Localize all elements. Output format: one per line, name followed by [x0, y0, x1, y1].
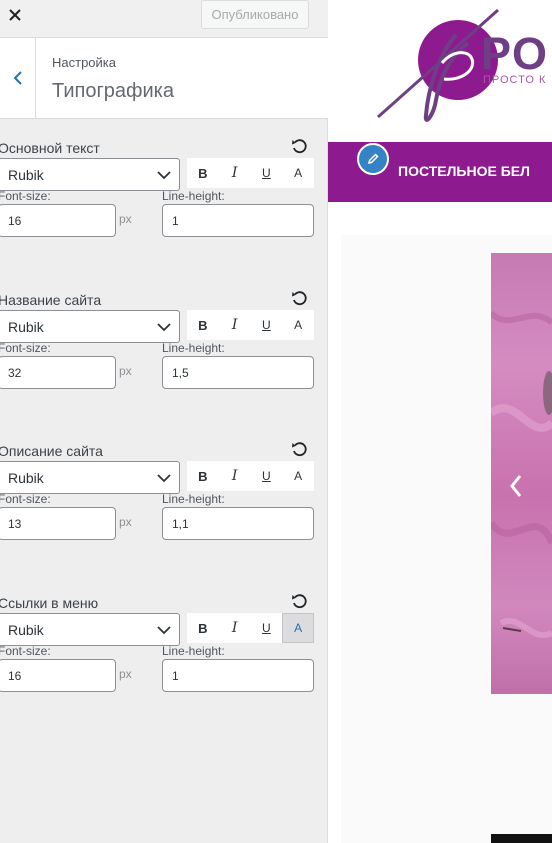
chevron-down-icon [157, 474, 171, 483]
line-height-label: Line-height: [162, 492, 225, 506]
chevron-down-icon [157, 626, 171, 635]
logo-tagline: ПРОСТО К [483, 74, 547, 86]
customizer-header: Опубликовано [0, 0, 328, 38]
line-height-input[interactable]: 1,1 [162, 507, 314, 540]
font-family-value: Rubik [8, 622, 44, 638]
uppercase-button[interactable]: A [282, 461, 314, 491]
font-size-input[interactable]: 32 [0, 356, 116, 389]
publish-button[interactable]: Опубликовано [201, 0, 309, 29]
uppercase-button[interactable]: A [282, 158, 314, 188]
back-button[interactable] [0, 38, 36, 118]
line-height-input[interactable]: 1 [162, 204, 314, 237]
slider-prev-button[interactable] [504, 470, 528, 502]
edit-shortcut-button[interactable] [357, 143, 389, 175]
chevron-left-icon [13, 71, 22, 85]
bold-button[interactable]: B [187, 158, 219, 188]
section-header: Настройка Типографика [0, 38, 328, 119]
logo-wordmark: PO [481, 28, 549, 79]
line-height-value: 1 [172, 669, 179, 683]
font-size-value: 13 [8, 517, 22, 531]
font-family-select[interactable]: Rubik [0, 158, 180, 191]
font-family-value: Rubik [8, 167, 44, 183]
reset-icon[interactable] [290, 592, 308, 610]
pencil-icon [367, 153, 379, 165]
reset-icon[interactable] [290, 440, 308, 458]
group-title: Ссылки в меню [0, 595, 99, 611]
section-title: Типографика [52, 80, 174, 102]
group-title: Основной текст [0, 140, 100, 156]
italic-button[interactable]: I [219, 461, 251, 491]
italic-button[interactable]: I [219, 158, 251, 188]
line-height-value: 1 [172, 214, 179, 228]
font-size-label: Font-size: [0, 492, 51, 506]
bold-button[interactable]: B [187, 613, 219, 643]
line-height-input[interactable]: 1,5 [162, 356, 314, 389]
close-icon [9, 9, 21, 21]
font-size-label: Font-size: [0, 644, 51, 658]
bold-button[interactable]: B [187, 461, 219, 491]
underline-button[interactable]: U [251, 461, 283, 491]
font-size-unit: px [119, 364, 132, 378]
font-size-unit: px [119, 667, 132, 681]
close-button[interactable] [0, 0, 30, 30]
line-height-value: 1,1 [172, 517, 189, 531]
underline-button[interactable]: U [251, 158, 283, 188]
chevron-down-icon [157, 323, 171, 332]
line-height-label: Line-height: [162, 644, 225, 658]
footer-strip [491, 834, 552, 843]
line-height-label: Line-height: [162, 341, 225, 355]
line-height-value: 1,5 [172, 366, 189, 380]
group-title: Название сайта [0, 292, 102, 308]
underline-button[interactable]: U [251, 613, 283, 643]
nav-item[interactable]: ПОСТЕЛЬНОЕ БЕЛ [398, 163, 530, 179]
font-size-value: 16 [8, 214, 22, 228]
font-family-select[interactable]: Rubik [0, 613, 180, 646]
chevron-left-icon [510, 475, 522, 497]
font-size-input[interactable]: 16 [0, 659, 116, 692]
site-preview: PO ПРОСТО К ПОСТЕЛЬНОЕ БЕЛ [328, 0, 552, 843]
font-size-value: 16 [8, 669, 22, 683]
typography-group-site-title: Название сайта Rubik B I U A Font-size: … [0, 289, 328, 432]
underline-button[interactable]: U [251, 310, 283, 340]
font-style-buttons: B I U A [187, 310, 314, 340]
reset-icon[interactable] [290, 137, 308, 155]
customizer-panel: Опубликовано Настройка Типографика Основ… [0, 0, 328, 843]
font-size-input[interactable]: 16 [0, 204, 116, 237]
group-title: Описание сайта [0, 443, 103, 459]
font-size-input[interactable]: 13 [0, 507, 116, 540]
italic-button[interactable]: I [219, 613, 251, 643]
bold-button[interactable]: B [187, 310, 219, 340]
breadcrumb: Настройка [52, 55, 116, 70]
site-logo[interactable]: PO ПРОСТО К [328, 0, 552, 140]
typography-group-menu-links: Ссылки в меню Rubik B I U A Font-size: L… [0, 592, 328, 735]
font-size-unit: px [119, 515, 132, 529]
reset-icon[interactable] [290, 289, 308, 307]
font-family-select[interactable]: Rubik [0, 461, 180, 494]
italic-button[interactable]: I [219, 310, 251, 340]
font-family-value: Rubik [8, 319, 44, 335]
font-size-label: Font-size: [0, 341, 51, 355]
font-size-value: 32 [8, 366, 22, 380]
font-style-buttons: B I U A [187, 158, 314, 188]
font-style-buttons: B I U A [187, 613, 314, 643]
typography-group-site-description: Описание сайта Rubik B I U A Font-size: … [0, 440, 328, 583]
line-height-input[interactable]: 1 [162, 659, 314, 692]
font-style-buttons: B I U A [187, 461, 314, 491]
typography-group-body: Основной текст Rubik B I U A Font-size: … [0, 137, 328, 280]
font-family-select[interactable]: Rubik [0, 310, 180, 343]
font-size-unit: px [119, 212, 132, 226]
font-family-value: Rubik [8, 470, 44, 486]
main-nav: ПОСТЕЛЬНОЕ БЕЛ [328, 142, 552, 202]
uppercase-button[interactable]: A [282, 310, 314, 340]
font-size-label: Font-size: [0, 189, 51, 203]
uppercase-button[interactable]: A [282, 613, 314, 643]
chevron-down-icon [157, 171, 171, 180]
line-height-label: Line-height: [162, 189, 225, 203]
